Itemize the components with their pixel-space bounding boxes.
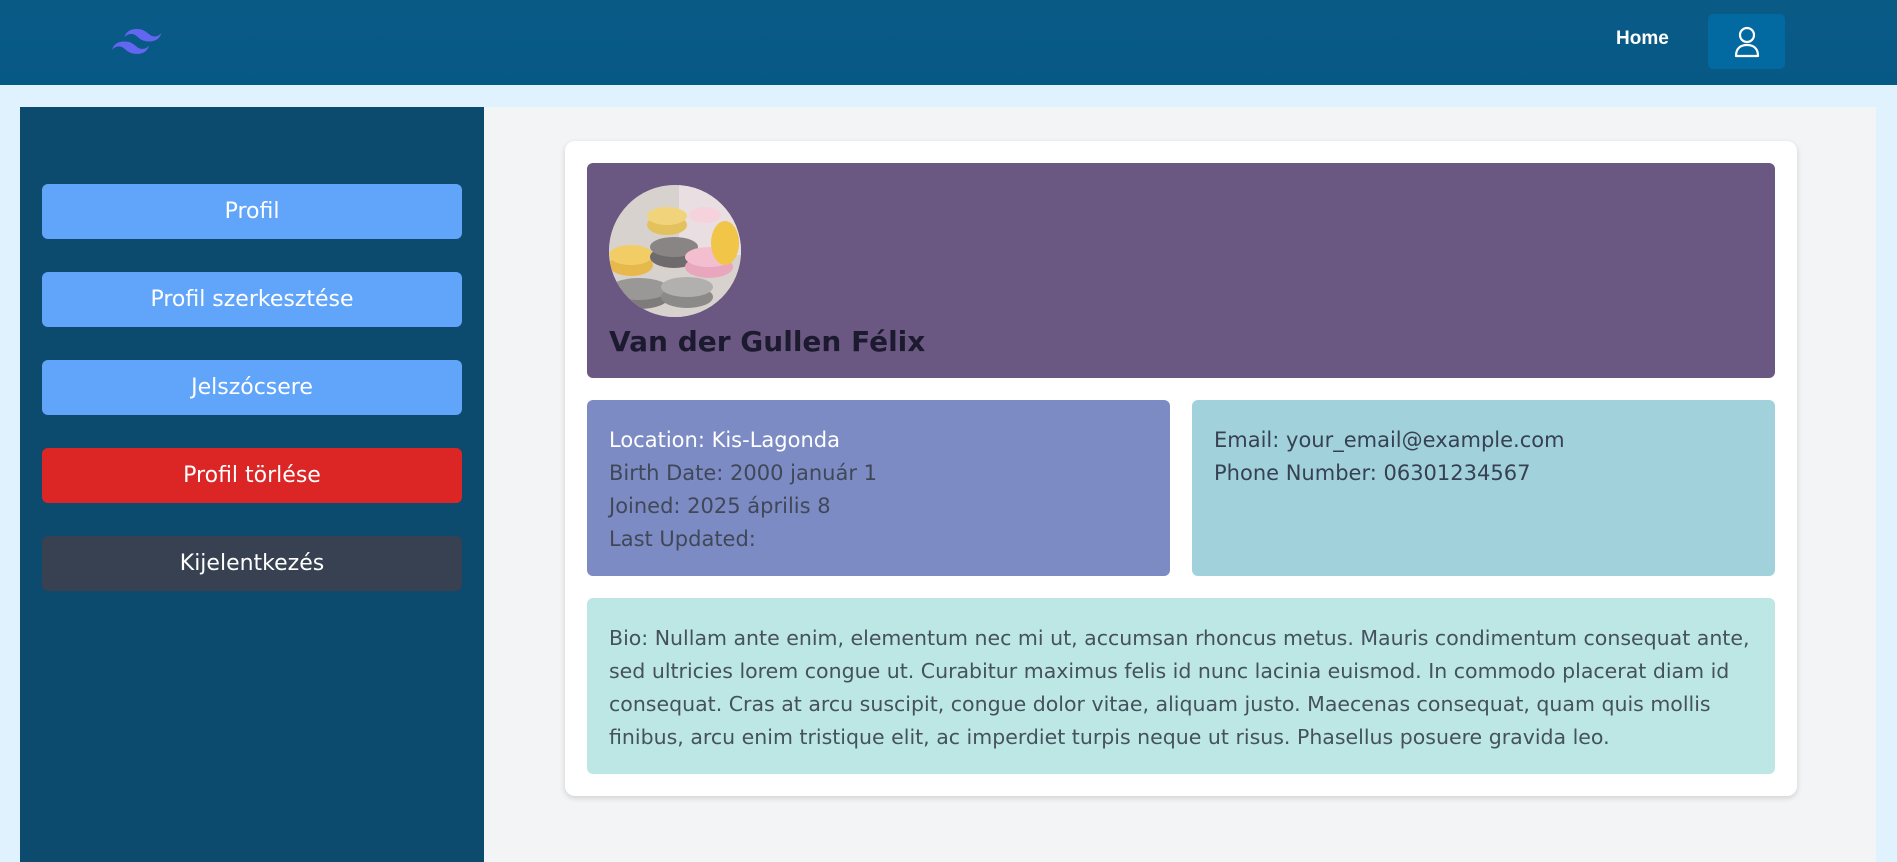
profile-bio: Bio: Nullam ante enim, elementum nec mi … <box>609 626 1750 749</box>
profile-email: Email: your_email@example.com <box>1214 428 1565 452</box>
sidebar-item-delete-profile[interactable]: Profil törlése <box>42 448 462 503</box>
profile-joined: Joined: 2025 április 8 <box>609 494 831 518</box>
profile-contact-panel: Email: your_email@example.com Phone Numb… <box>1192 400 1775 576</box>
avatar <box>609 185 741 317</box>
profile-card: Van der Gullen Félix Location: Kis-Lagon… <box>565 141 1797 796</box>
sidebar-item-logout[interactable]: Kijelentkezés <box>42 536 462 591</box>
nav-home-link[interactable]: Home <box>1616 28 1669 50</box>
sidebar: Profil Profil szerkesztése Jelszócsere P… <box>20 107 484 862</box>
user-icon <box>1734 26 1759 57</box>
sidebar-item-edit-profile[interactable]: Profil szerkesztése <box>42 272 462 327</box>
profile-details-panel: Location: Kis-Lagonda Birth Date: 2000 j… <box>587 400 1170 576</box>
avatar-macarons-image <box>609 185 741 317</box>
sidebar-item-profile[interactable]: Profil <box>42 184 462 239</box>
profile-bio-panel: Bio: Nullam ante enim, elementum nec mi … <box>587 598 1775 774</box>
sidebar-item-change-password[interactable]: Jelszócsere <box>42 360 462 415</box>
profile-header: Van der Gullen Félix <box>587 163 1775 378</box>
profile-birth-date: Birth Date: 2000 január 1 <box>609 461 878 485</box>
user-menu-button[interactable] <box>1708 14 1785 69</box>
top-navbar: Home <box>0 0 1897 85</box>
profile-last-updated: Last Updated: <box>609 527 756 551</box>
profile-name: Van der Gullen Félix <box>609 325 926 358</box>
wave-logo-icon[interactable] <box>112 24 164 58</box>
main-content: Van der Gullen Félix Location: Kis-Lagon… <box>484 107 1876 862</box>
profile-phone: Phone Number: 06301234567 <box>1214 461 1531 485</box>
profile-location: Location: Kis-Lagonda <box>609 428 840 452</box>
